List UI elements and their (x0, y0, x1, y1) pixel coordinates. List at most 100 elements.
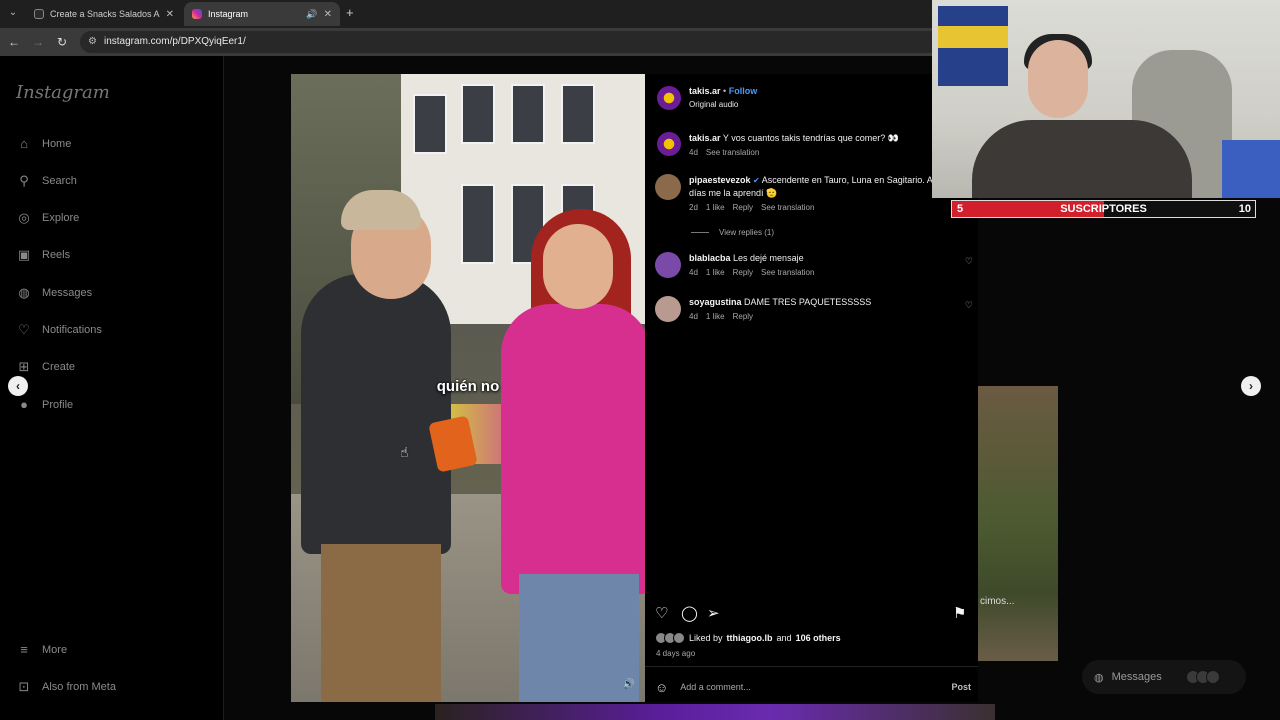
sidebar-item-also-from-meta[interactable]: ⊡ Also from Meta (16, 676, 116, 698)
volume-icon[interactable]: 🔊 (623, 679, 635, 690)
comment-time[interactable]: 4d (689, 311, 698, 323)
emoji-icon[interactable]: ☺ (655, 680, 668, 695)
commenter-avatar[interactable] (655, 296, 681, 322)
liked-by-and: and (776, 633, 792, 643)
instagram-favicon-icon (192, 9, 202, 19)
home-icon: ⌂ (20, 136, 28, 151)
comment-username[interactable]: soyagustina (689, 297, 742, 307)
reel-video[interactable]: quién no 🔊 (291, 74, 645, 702)
instagram-logo[interactable]: Instagram (16, 82, 110, 103)
sidebar: Instagram ⌂ Home ⚲ Search ◎ Explore ▣ Re… (0, 56, 224, 720)
url-text: instagram.com/p/DPXQyiqEer1/ (104, 36, 246, 47)
view-replies-button[interactable]: View replies (1) (691, 228, 774, 237)
like-heart-icon[interactable]: ♡ (655, 604, 668, 622)
close-tab-icon[interactable]: ✕ (324, 9, 332, 20)
comment-time[interactable]: 2d (689, 202, 698, 214)
next-post-arrow-icon[interactable]: › (1241, 376, 1261, 396)
sidebar-item-messages[interactable]: ◍ Messages (16, 282, 92, 304)
commenter-avatar[interactable] (655, 252, 681, 278)
sidebar-item-reels[interactable]: ▣ Reels (16, 244, 70, 266)
sidebar-item-label: Notifications (42, 324, 102, 336)
see-translation-link[interactable]: See translation (761, 267, 814, 279)
video-person-pants (321, 544, 441, 702)
like-comment-heart-icon[interactable]: ♡ (965, 256, 973, 267)
sidebar-item-notifications[interactable]: ♡ Notifications (16, 319, 102, 341)
reply-button[interactable]: Reply (733, 267, 753, 279)
sidebar-item-more[interactable]: ≡ More (16, 639, 67, 661)
comment-likes[interactable]: 1 like (706, 202, 725, 214)
reload-icon[interactable]: ↻ (54, 34, 70, 50)
post-actions: ♡ ◯ ➢ ⚑ (655, 604, 971, 626)
author-avatar[interactable] (657, 132, 681, 156)
background-post-strip (435, 704, 995, 720)
sidebar-item-create[interactable]: ⊞ Create (16, 356, 75, 378)
hand-cursor-icon: ☝ (400, 444, 409, 460)
sidebar-item-label: Explore (42, 212, 80, 224)
liked-by-others[interactable]: 106 others (796, 633, 841, 643)
webcam-person-face (1028, 40, 1088, 118)
tab-audio-icon[interactable]: 🔊 (306, 9, 317, 20)
sidebar-item-explore[interactable]: ◎ Explore (16, 207, 79, 229)
comment-likes[interactable]: 1 like (706, 311, 725, 323)
video-person-jacket (501, 304, 645, 594)
close-tab-icon[interactable]: ✕ (166, 9, 174, 20)
liked-by-user[interactable]: tthiagoo.lb (727, 633, 773, 643)
background-post-thumbnail[interactable]: cimos... (978, 386, 1058, 661)
video-person-sweater (301, 274, 451, 554)
browser-tab-active[interactable]: Instagram 🔊 ✕ (184, 2, 340, 26)
share-send-icon[interactable]: ➢ (707, 604, 720, 622)
back-icon[interactable]: ← (6, 34, 22, 50)
subscriber-goal-target: 10 (1238, 203, 1251, 215)
tab-favicon-icon (34, 9, 44, 19)
view-replies-label: View replies (1) (719, 228, 774, 237)
follow-button[interactable]: Follow (729, 86, 758, 96)
video-subtitle: quién no (436, 378, 500, 395)
caption-username[interactable]: takis.ar (689, 133, 721, 143)
video-person-face (543, 224, 613, 309)
site-info-icon[interactable]: ⚙ (88, 31, 97, 53)
tab-title: Instagram (208, 9, 249, 19)
sidebar-item-home[interactable]: ⌂ Home (16, 133, 71, 155)
browser-tab[interactable]: Create a Snacks Salados Argen ✕ (26, 2, 182, 26)
audio-link[interactable]: Original audio (689, 100, 738, 109)
see-translation-link[interactable]: See translation (761, 202, 814, 214)
new-tab-button[interactable]: + (346, 5, 354, 20)
divider (645, 666, 978, 667)
sidebar-item-search[interactable]: ⚲ Search (16, 170, 77, 192)
verified-badge-icon: ✔ (753, 176, 760, 185)
comment-time[interactable]: 4d (689, 267, 698, 279)
comment-bubble-icon[interactable]: ◯ (681, 604, 698, 622)
post-comment-button[interactable]: Post (951, 682, 971, 692)
comment-text: Les dejé mensaje (733, 253, 804, 263)
previous-post-arrow-icon[interactable]: ‹ (8, 376, 28, 396)
webcam-jersey-poster (938, 6, 1008, 86)
like-comment-heart-icon[interactable]: ♡ (965, 300, 973, 311)
see-translation-link[interactable]: See translation (706, 147, 759, 159)
comment-username[interactable]: pipaestevezok (689, 175, 751, 185)
comment-likes[interactable]: 1 like (706, 267, 725, 279)
messages-icon: ◍ (18, 285, 30, 300)
add-comment-input[interactable]: Add a comment... (680, 682, 951, 692)
messages-label: Messages (1111, 671, 1162, 683)
save-bookmark-icon[interactable]: ⚑ (953, 604, 966, 622)
post-time[interactable]: 4 days ago (656, 649, 695, 658)
caption-time[interactable]: 4d (689, 147, 698, 159)
forward-icon[interactable]: → (30, 34, 46, 50)
search-icon: ⚲ (19, 173, 29, 188)
commenter-avatar[interactable] (655, 174, 681, 200)
author-avatar[interactable] (657, 86, 681, 110)
reply-button[interactable]: Reply (733, 202, 753, 214)
tab-search-button[interactable]: ⌄ (4, 4, 22, 22)
video-person-jeans (519, 574, 639, 702)
comment-username[interactable]: blablacba (689, 253, 731, 263)
comment-body: blablacba Les dejé mensaje 4d 1 like Rep… (689, 252, 969, 279)
author-username[interactable]: takis.ar (689, 86, 721, 96)
messages-icon: ◍ (1094, 671, 1104, 684)
sidebar-item-label: Home (42, 138, 72, 150)
sidebar-item-label: Reels (42, 249, 71, 261)
sidebar-item-profile[interactable]: ● Profile (16, 394, 73, 416)
reply-button[interactable]: Reply (733, 311, 753, 323)
messages-drawer-button[interactable]: ◍ Messages (1082, 660, 1246, 694)
address-bar[interactable]: ⚙ instagram.com/p/DPXQyiqEer1/ (80, 31, 940, 53)
liker-avatars (655, 632, 685, 644)
